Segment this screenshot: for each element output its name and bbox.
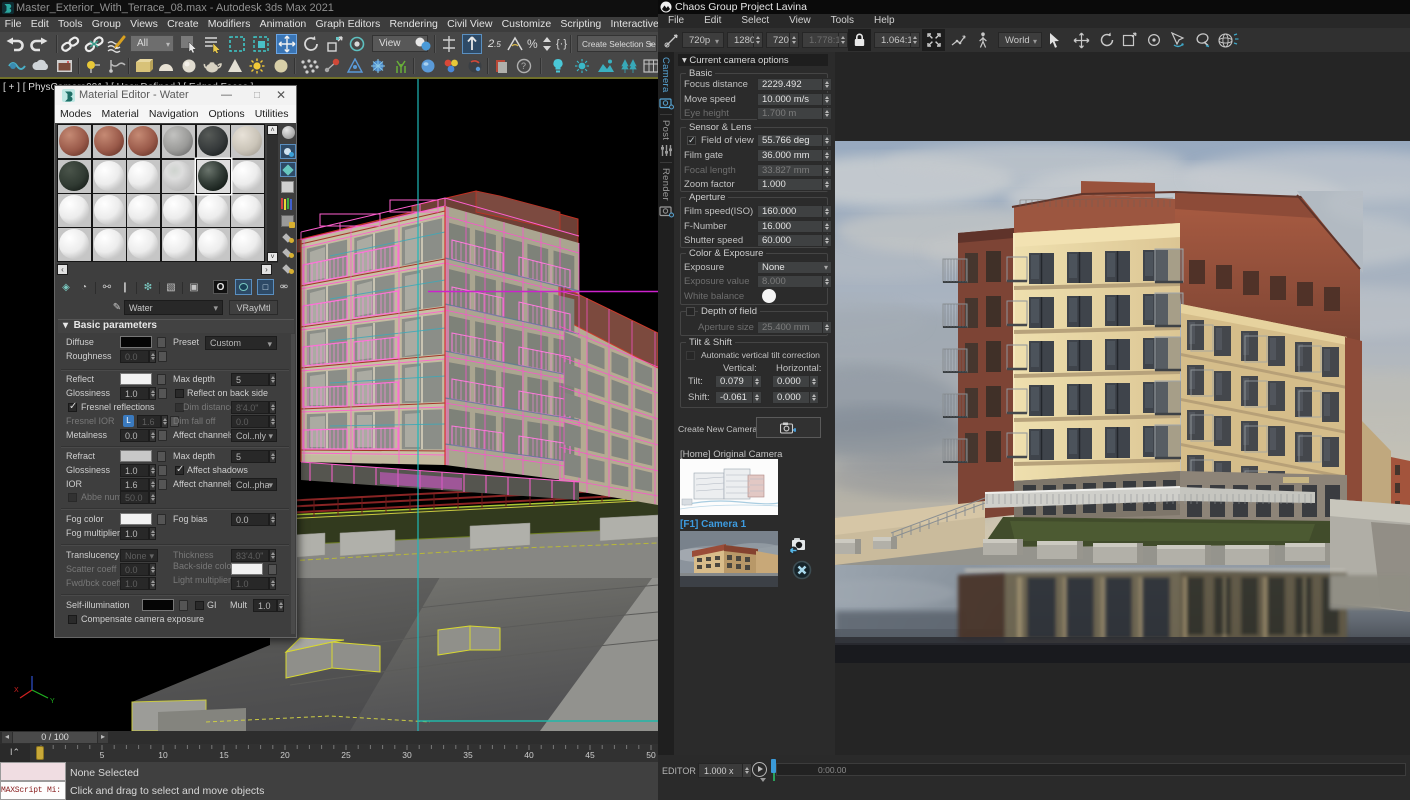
svg-text:20: 20	[280, 750, 290, 760]
svg-text:Y: Y	[50, 698, 55, 705]
svg-text:X: X	[14, 687, 19, 694]
svg-text:30: 30	[402, 750, 412, 760]
svg-text:50: 50	[646, 750, 656, 760]
svg-text:10: 10	[158, 750, 168, 760]
svg-text:5: 5	[100, 750, 105, 760]
svg-text:35: 35	[463, 750, 473, 760]
svg-text:?: ?	[521, 61, 526, 71]
svg-text:25: 25	[341, 750, 351, 760]
svg-text:40: 40	[524, 750, 534, 760]
svg-text:15: 15	[219, 750, 229, 760]
svg-text:45: 45	[585, 750, 595, 760]
